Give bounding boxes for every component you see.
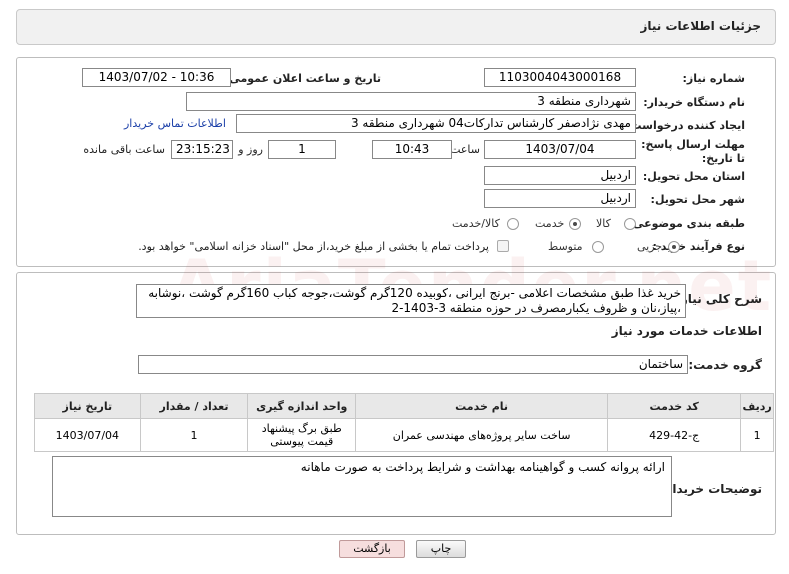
services-section-title: اطلاعات خدمات مورد نیاز <box>611 324 762 338</box>
buyer-notes-text: ارائه پروانه کسب و گواهینامه بهداشت و شر… <box>300 460 665 474</box>
col-unit: واحد اندازه گیری <box>247 393 357 419</box>
buyer-notes-label: توضیحات خریدار: <box>660 482 762 496</box>
category-radio-service[interactable] <box>569 218 581 230</box>
col-name: نام خدمت <box>355 393 609 419</box>
summary-label: شرح کلی نیاز: <box>676 292 762 306</box>
province-field: اردبیل <box>484 166 636 185</box>
services-table: تاریخ نیاز تعداد / مقدار واحد اندازه گیر… <box>34 393 774 452</box>
requester-label: ایجاد کننده درخواست: <box>626 119 745 132</box>
col-date: تاریخ نیاز <box>34 393 141 419</box>
table-row: 1403/07/04 1 طبق برگ پیشنهاد قیمت پیوستی… <box>34 418 774 452</box>
col-qty: تعداد / مقدار <box>139 393 249 419</box>
services-table-header: تاریخ نیاز تعداد / مقدار واحد اندازه گیر… <box>34 393 774 419</box>
cell-date: 1403/07/04 <box>34 418 141 452</box>
col-code: کد خدمت <box>607 393 742 419</box>
cell-qty: 1 <box>139 418 249 452</box>
category-label: طبقه بندی موضوعی: <box>628 217 745 230</box>
buyer-org-field: شهرداری منطقه 3 <box>186 92 636 111</box>
buyer-notes-box: ارائه پروانه کسب و گواهینامه بهداشت و شر… <box>52 456 672 517</box>
requester-field: مهدی نژادصفر کارشناس تدارکات04 شهرداری م… <box>236 114 636 133</box>
summary-text: خرید غذا طبق مشخصات اعلامی -برنج ایرانی … <box>148 286 681 315</box>
service-group-field: ساختمان <box>138 355 688 374</box>
summary-text-box: خرید غذا طبق مشخصات اعلامی -برنج ایرانی … <box>136 284 686 318</box>
back-button[interactable]: بازگشت <box>339 540 405 558</box>
province-label: استان محل تحویل: <box>642 170 745 183</box>
deadline-label: مهلت ارسال پاسخ: تا تاریخ: <box>635 138 745 166</box>
city-field: اردبیل <box>484 189 636 208</box>
announce-datetime-label: تاریخ و ساعت اعلان عمومی: <box>224 72 381 85</box>
deadline-label-text: مهلت ارسال پاسخ: تا تاریخ: <box>641 138 745 165</box>
remaining-time-label: ساعت باقی مانده <box>83 143 165 156</box>
cell-code: ج-42-429 <box>607 418 742 452</box>
deadline-time-field: 10:43 <box>372 140 452 159</box>
cell-name: ساخت سایر پروژه‌های مهندسی عمران <box>355 418 609 452</box>
cell-unit: طبق برگ پیشنهاد قیمت پیوستی <box>247 418 357 452</box>
deadline-date-field: 1403/07/04 <box>484 140 636 159</box>
cell-index: 1 <box>740 418 774 452</box>
print-button[interactable]: چاپ <box>416 540 466 558</box>
announce-datetime-field: 1403/07/02 - 10:36 <box>82 68 231 87</box>
category-option-goods: کالا <box>596 217 611 230</box>
need-number-field: 1103004043000168 <box>484 68 636 87</box>
service-group-label: گروه خدمت: <box>688 358 762 372</box>
col-index: ردیف <box>740 393 774 419</box>
deadline-time-label: ساعت <box>450 143 480 156</box>
deadline-days-field: 1 <box>268 140 336 159</box>
buyer-org-label: نام دستگاه خریدار: <box>643 96 745 109</box>
page-header: جزئیات اطلاعات نیاز <box>16 9 776 45</box>
deadline-days-label: روز و <box>238 143 263 156</box>
need-number-label: شماره نیاز: <box>682 72 745 85</box>
city-label: شهر محل تحویل: <box>650 193 745 206</box>
category-radio-goods[interactable] <box>624 218 636 230</box>
category-option-goods-service: کالا/خدمت <box>452 217 500 230</box>
remaining-time-field: 23:15:23 <box>171 140 233 159</box>
category-option-service: خدمت <box>535 217 565 230</box>
category-radio-goods-service[interactable] <box>507 218 519 230</box>
buyer-contact-link[interactable]: اطلاعات تماس خریدار <box>124 117 226 130</box>
page-title: جزئیات اطلاعات نیاز <box>640 19 761 33</box>
